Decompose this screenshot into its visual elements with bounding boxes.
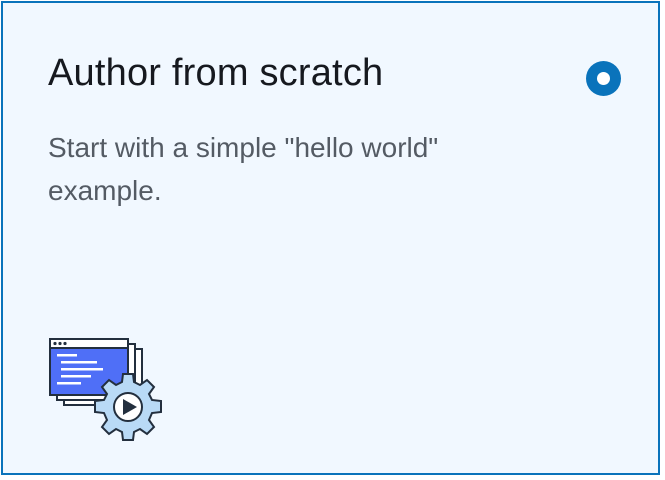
card-description: Start with a simple "hello world" exampl… — [48, 132, 439, 206]
card-title: Author from scratch — [48, 52, 384, 94]
radio-button-selected[interactable] — [586, 61, 621, 96]
author-from-scratch-option-card[interactable]: Author from scratch Start with a simple … — [1, 1, 660, 475]
code-window-gear-icon — [49, 338, 162, 441]
